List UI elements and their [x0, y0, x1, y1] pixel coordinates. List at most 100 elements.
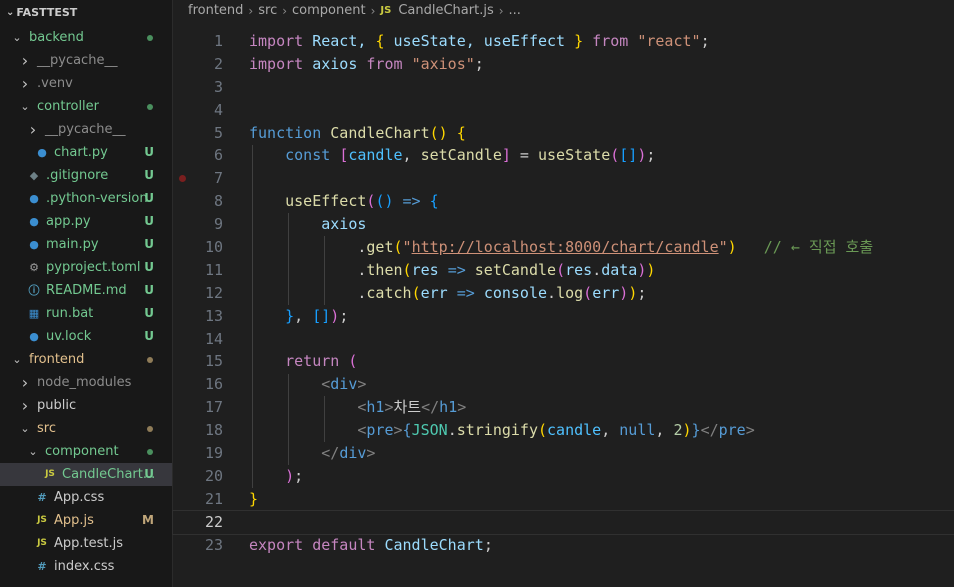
code-line[interactable]: 3 [173, 76, 954, 99]
tree-item-label: .python-version [46, 191, 148, 206]
file-item[interactable]: ▦ run.bat U [0, 302, 172, 325]
code-line[interactable]: 14 [173, 328, 954, 351]
tree-item-label: run.bat [46, 306, 94, 321]
code-line[interactable]: 20 ); [173, 465, 954, 488]
code-token: axios [303, 54, 367, 73]
breadcrumb-item[interactable]: ... [509, 3, 521, 18]
code-line[interactable]: 16 <div> [173, 373, 954, 396]
file-item[interactable]: ⚙ pyproject.toml U [0, 256, 172, 279]
code-token: . [249, 283, 367, 302]
chevron-right-icon: › [29, 120, 37, 139]
folder-item[interactable]: ⌄ src [0, 417, 172, 440]
tree-item-label: src [37, 421, 56, 436]
code-line[interactable]: 13 }, []); [173, 305, 954, 328]
code-token: JSON [411, 421, 448, 440]
tree-item-label: __pycache__ [37, 53, 118, 68]
code-token: ( [538, 421, 548, 440]
breadcrumb-item[interactable]: frontend [188, 3, 243, 18]
folder-item[interactable]: › __pycache__ [0, 118, 172, 141]
line-number: 3 [213, 77, 223, 96]
folder-item[interactable]: ⌄ controller [0, 95, 172, 118]
file-item[interactable]: # index.css [0, 555, 172, 578]
tree-item-label: public [37, 398, 77, 413]
code-text: useEffect(() => { [249, 190, 439, 213]
code-token: > [366, 444, 376, 463]
javascript-icon: JS [37, 538, 47, 548]
code-token: function [249, 123, 331, 142]
code-line[interactable]: 15 return ( [173, 350, 954, 373]
line-number: 14 [204, 329, 223, 348]
code-token: const [249, 146, 340, 165]
code-line[interactable]: 11 .then(res => setCandle(res.data)) [173, 259, 954, 282]
code-token: ; [646, 146, 656, 165]
code-line[interactable]: 10 .get("http://localhost:8000/chart/can… [173, 236, 954, 259]
code-token: > [457, 398, 467, 417]
git-status-dot [147, 35, 153, 41]
explorer-root-folder[interactable]: ⌄ FASTTEST [0, 0, 172, 26]
code-token: } [285, 306, 295, 325]
breadcrumb-item[interactable]: src [258, 3, 277, 18]
code-token: h1 [366, 398, 385, 417]
code-line[interactable]: 23 export default CandleChart; [173, 534, 954, 557]
code-line[interactable]: 1 import React, { useState, useEffect } f… [173, 30, 954, 53]
code-token: candle [348, 146, 403, 165]
file-item[interactable]: # App.css [0, 486, 172, 509]
code-line[interactable]: 19 </div> [173, 442, 954, 465]
file-item[interactable]: ◆ .gitignore U [0, 164, 172, 187]
file-item[interactable]: JS App.test.js [0, 532, 172, 555]
code-token: div [330, 375, 358, 394]
file-item[interactable]: ● .python-version U [0, 187, 172, 210]
code-line[interactable]: 4 [173, 99, 954, 122]
code-line[interactable]: 21} [173, 488, 954, 511]
line-number: 15 [204, 352, 223, 371]
code-line[interactable]: 6 const [candle, setCandle] = useState([… [173, 144, 954, 167]
file-item[interactable]: ● app.py U [0, 210, 172, 233]
code-token: setCandle [420, 146, 502, 165]
code-token: { [456, 123, 466, 142]
code-line[interactable]: 18 <pre>{JSON.stringify(candle, null, 2)… [173, 419, 954, 442]
chevron-right-icon: › [21, 373, 29, 392]
code-editor[interactable]: frontend › src › component › JS CandleChart.js ›… [172, 0, 954, 587]
breadcrumb-item[interactable]: CandleChart.js [398, 3, 493, 18]
code-line[interactable]: 5 function CandleChart() { [173, 122, 954, 145]
code-area[interactable]: 1 import React, { useState, useEffect } f… [172, 30, 954, 557]
code-token: [] [312, 306, 331, 325]
code-line[interactable]: 2 import axios from "axios"; [173, 53, 954, 76]
code-line[interactable]: 17 <h1>차트</h1> [173, 396, 954, 419]
folder-item[interactable]: ⌄ component [0, 440, 172, 463]
code-text: </div> [249, 442, 375, 465]
info-icon: ⓘ [28, 284, 40, 297]
code-token: ; [474, 54, 484, 73]
file-item[interactable]: ● uv.lock U [0, 325, 172, 348]
file-item[interactable]: ⓘ README.md U [0, 279, 172, 302]
git-status-dot [147, 357, 153, 363]
folder-item[interactable]: › .venv [0, 72, 172, 95]
code-text: <h1>차트</h1> [249, 396, 466, 419]
breadcrumb-item[interactable]: component [292, 3, 366, 18]
line-number: 16 [204, 375, 223, 394]
code-line[interactable]: 22 [172, 509, 954, 535]
code-token: } [691, 421, 701, 440]
code-line[interactable]: 8 useEffect(() => { [173, 190, 954, 213]
code-token: = [510, 146, 538, 165]
folder-item[interactable]: ⌄ frontend [0, 348, 172, 371]
code-token: http://localhost:8000/chart/candle [411, 238, 719, 257]
code-token: from [583, 32, 638, 50]
code-token: 2 [673, 421, 683, 440]
code-line[interactable]: 9 axios [173, 213, 954, 236]
file-item[interactable]: ● chart.py U [0, 141, 172, 164]
code-token: { [402, 421, 412, 440]
code-token: , [294, 306, 313, 325]
folder-item[interactable]: ⌄ backend [0, 26, 172, 49]
code-line[interactable]: 12 .catch(err => console.log(err)); [173, 282, 954, 305]
chevron-right-icon: › [21, 51, 29, 70]
code-line[interactable]: 7 [173, 167, 954, 190]
folder-item[interactable]: › node_modules [0, 371, 172, 394]
folder-item[interactable]: › public [0, 394, 172, 417]
file-item[interactable]: JS CandleChart... U [0, 463, 172, 486]
line-number: 7 [213, 169, 223, 188]
file-item[interactable]: JS App.js M [0, 509, 172, 532]
file-item[interactable]: ● main.py U [0, 233, 172, 256]
folder-item[interactable]: › __pycache__ [0, 49, 172, 72]
